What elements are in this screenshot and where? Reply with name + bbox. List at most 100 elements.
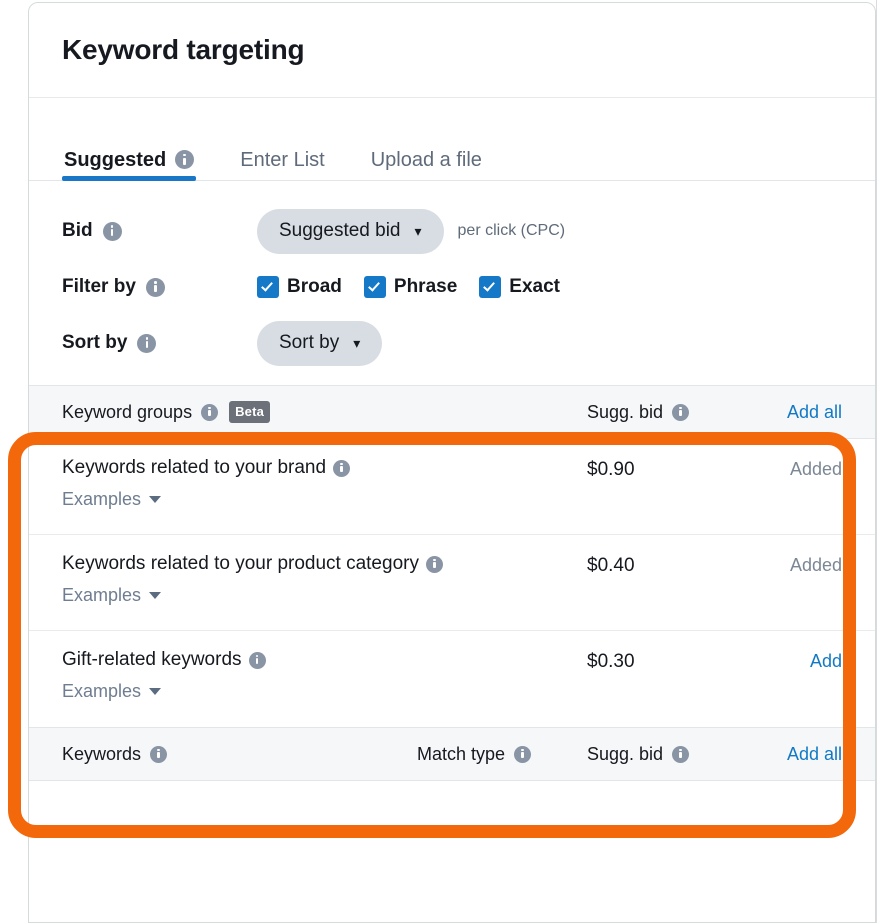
filter-by-controls: Broad Phrase Exact [257,276,560,298]
tab-bar: Suggested Enter List Upload a file [29,97,875,181]
info-icon[interactable] [175,150,195,169]
tab-upload-a-file-label: Upload a file [370,148,482,171]
tab-enter-list[interactable]: Enter List [238,98,326,181]
sort-by-label-group: Sort by [62,332,257,354]
right-rail-divider [876,0,885,923]
sort-by-dropdown-value: Sort by [279,332,340,353]
info-icon[interactable] [102,221,122,241]
keyword-group-action-cell: Added [737,457,842,480]
bid-controls: Suggested bid ▾ per click (CPC) [257,208,566,254]
keyword-groups-header-bid: Sugg. bid [587,402,737,423]
keywords-header-row: Keywords Match type Sugg. bid Add all [29,727,875,781]
table-row: Gift-related keywords Examples $0.30 Add [29,631,875,727]
examples-toggle[interactable]: Examples [62,585,162,606]
tab-suggested[interactable]: Suggested [62,98,197,181]
page-title: Keyword targeting [62,34,305,65]
checkbox-exact[interactable]: Exact [479,276,560,298]
match-type-checkbox-group: Broad Phrase Exact [257,276,560,298]
tab-upload-a-file[interactable]: Upload a file [369,98,484,181]
info-icon[interactable] [248,651,266,669]
examples-label: Examples [62,681,142,701]
bid-type-dropdown[interactable]: Suggested bid ▾ [257,208,444,254]
keyword-group-title-label: Keywords related to your brand [62,457,327,478]
checkbox-checked-icon[interactable] [257,276,279,298]
keyword-group-name-cell: Keywords related to your product categor… [62,553,587,606]
keyword-group-action-cell: Added [737,553,842,576]
keyword-group-name-cell: Gift-related keywords Examples [62,649,587,702]
keyword-group-title: Gift-related keywords [62,649,587,671]
examples-toggle[interactable]: Examples [62,489,162,510]
add-all-keyword-groups-link[interactable]: Add all [787,402,842,423]
checkbox-broad[interactable]: Broad [257,276,342,298]
table-row: Keywords related to your product categor… [29,535,875,631]
info-icon[interactable] [145,277,165,297]
suggested-bid-value: $0.90 [587,459,635,480]
info-icon[interactable] [425,555,443,573]
suggested-bid-value: $0.40 [587,555,635,576]
keywords-header-match-type: Match type [417,744,587,765]
sort-by-dropdown[interactable]: Sort by ▾ [257,320,383,366]
keyword-groups-header-name: Keyword groups Beta [62,401,587,423]
keyword-groups-header-label: Keyword groups [62,401,193,422]
tab-suggested-label: Suggested [64,148,167,171]
add-keyword-group-link[interactable]: Add [810,651,842,671]
beta-badge: Beta [229,401,271,423]
filter-by-label: Filter by [62,276,136,297]
caret-down-icon [149,496,162,503]
chevron-down-icon: ▾ [353,335,361,351]
added-status: Added [789,459,842,479]
keywords-header-bid: Sugg. bid [587,744,737,765]
keyword-group-title-label: Gift-related keywords [62,649,242,670]
info-icon[interactable] [201,403,219,421]
cpc-note: per click (CPC) [457,222,566,239]
keyword-group-name-cell: Keywords related to your brand Examples [62,457,587,510]
keyword-groups-header-row: Keyword groups Beta Sugg. bid Add all [29,385,875,439]
checkbox-exact-label: Exact [509,276,560,297]
examples-label: Examples [62,585,142,605]
chevron-down-icon: ▾ [414,223,422,239]
settings-panel: Bid Suggested bid ▾ per click (CPC) Filt… [29,181,875,385]
sort-by-controls: Sort by ▾ [257,320,383,366]
tab-enter-list-label: Enter List [240,148,325,171]
info-icon[interactable] [137,333,157,353]
info-icon[interactable] [514,745,532,763]
keywords-header-action: Add all [737,744,842,765]
keywords-header-name: Keywords [62,744,417,765]
add-all-keywords-link[interactable]: Add all [787,744,842,765]
keyword-groups-list: Keywords related to your brand Examples … [29,439,875,727]
added-status: Added [789,555,842,575]
info-icon[interactable] [672,745,690,763]
info-icon[interactable] [150,745,168,763]
info-icon[interactable] [333,459,351,477]
keyword-groups-header-action: Add all [737,402,842,423]
keyword-groups-header-bid-label: Sugg. bid [587,401,664,422]
keywords-header-bid-label: Sugg. bid [587,743,664,764]
sort-by-row: Sort by Sort by ▾ [62,315,842,371]
info-icon[interactable] [672,403,690,421]
bid-type-dropdown-value: Suggested bid [279,220,401,241]
keywords-header-label: Keywords [62,743,142,764]
keyword-group-action-cell: Add [737,649,842,672]
caret-down-icon [149,688,162,695]
keyword-group-title: Keywords related to your product categor… [62,553,587,575]
examples-toggle[interactable]: Examples [62,681,162,702]
keyword-group-title-label: Keywords related to your product categor… [62,553,419,574]
keyword-group-title: Keywords related to your brand [62,457,587,479]
bid-row: Bid Suggested bid ▾ per click (CPC) [62,203,842,259]
checkbox-phrase[interactable]: Phrase [363,276,458,298]
suggested-bid-value: $0.30 [587,651,635,672]
checkbox-broad-label: Broad [287,276,342,297]
filter-by-row: Filter by Broad Phrase Exact [62,259,842,315]
bid-label-group: Bid [62,220,257,242]
examples-label: Examples [62,489,142,509]
checkbox-checked-icon[interactable] [479,276,502,298]
caret-down-icon [149,592,162,599]
checkbox-phrase-label: Phrase [393,276,458,297]
bid-label: Bid [62,220,93,241]
checkbox-checked-icon[interactable] [363,276,386,298]
filter-by-label-group: Filter by [62,276,257,298]
sort-by-label: Sort by [62,332,128,353]
keyword-targeting-card: Keyword targeting Suggested Enter List U… [28,2,876,923]
keywords-header-match-type-label: Match type [417,743,506,764]
table-row: Keywords related to your brand Examples … [29,439,875,535]
